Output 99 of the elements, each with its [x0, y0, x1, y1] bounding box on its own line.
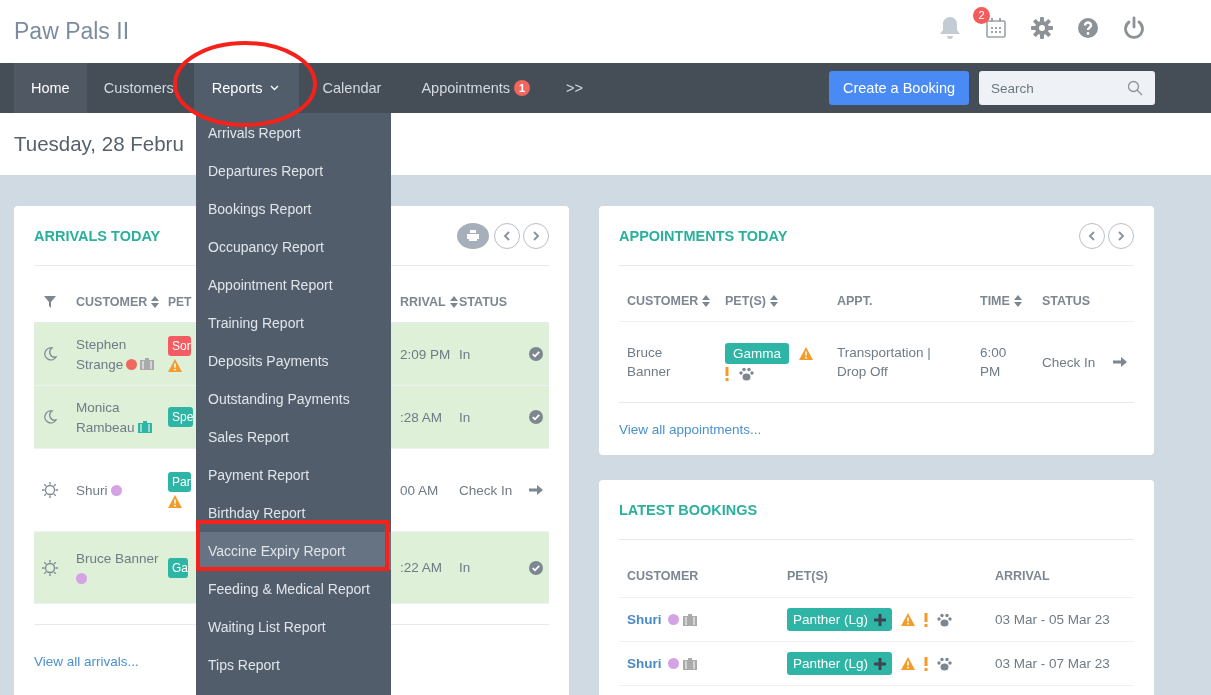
- sort-icon[interactable]: [702, 295, 711, 307]
- menu-item[interactable]: Outstanding Payments: [196, 380, 391, 418]
- notification-badge: 2: [973, 6, 990, 24]
- paw-icon: [937, 612, 953, 627]
- menu-item[interactable]: Tips Report: [196, 646, 391, 684]
- menu-item[interactable]: Payment Report: [196, 456, 391, 494]
- warning-icon: [901, 613, 916, 626]
- menu-item[interactable]: Training Report: [196, 304, 391, 342]
- column-header: CUSTOMER: [627, 294, 699, 308]
- arrow-right-icon[interactable]: [529, 484, 543, 496]
- menu-item[interactable]: Birthday Report: [196, 494, 391, 532]
- nav-tab[interactable]: Customers: [86, 63, 194, 113]
- printer-icon: [467, 230, 479, 241]
- pet-tag[interactable]: Sor: [168, 336, 191, 356]
- column-header: TIME: [980, 294, 1010, 308]
- view-all-link[interactable]: View all arrivals...: [34, 654, 139, 669]
- exclamation-icon: [924, 656, 929, 671]
- column-header: CUSTOMER: [627, 569, 699, 583]
- card-title: ARRIVALS TODAY: [34, 227, 161, 244]
- status-text: In: [459, 346, 472, 362]
- warning-icon: [799, 347, 813, 360]
- next-button[interactable]: [523, 222, 549, 249]
- column-header: STATUS: [1042, 294, 1091, 308]
- column-header: PET(S): [787, 569, 828, 583]
- column-header: CUSTOMER: [76, 295, 148, 309]
- menu-item[interactable]: Departures Report: [196, 152, 391, 190]
- nav-tab[interactable]: Home: [14, 63, 87, 113]
- column-header: PET: [168, 295, 192, 309]
- menu-item[interactable]: Occupancy Report: [196, 228, 391, 266]
- paw-icon: [739, 367, 754, 381]
- filter-icon[interactable]: [44, 296, 56, 308]
- card-title: LATEST BOOKINGS: [619, 501, 758, 518]
- plus-icon[interactable]: [874, 657, 887, 670]
- menu-item[interactable]: Bookings Report: [196, 190, 391, 228]
- calendar-icon[interactable]: [985, 16, 1007, 39]
- arrival-time: 2:09 PM: [400, 346, 452, 362]
- status-text: In: [459, 560, 472, 575]
- warning-icon: [901, 657, 916, 670]
- arrival-time: 00 AM: [400, 482, 440, 498]
- arrow-right-icon[interactable]: [1113, 356, 1128, 368]
- status-text: Check In: [459, 482, 514, 498]
- menu-item[interactable]: Feeding & Medical Report: [196, 570, 391, 608]
- sort-icon[interactable]: [770, 295, 778, 307]
- card-title: APPOINTMENTS TODAY: [619, 227, 788, 244]
- paw-icon: [937, 656, 953, 671]
- customer-name: Bruce Banner: [627, 344, 672, 381]
- customer-name: Bruce Banner: [76, 550, 159, 566]
- column-header: PET(S): [725, 294, 766, 308]
- customer-link[interactable]: Shuri: [627, 610, 662, 629]
- column-header: APPT.: [837, 292, 873, 310]
- view-all-link[interactable]: View all appointments...: [619, 421, 762, 437]
- power-icon[interactable]: [1123, 15, 1145, 40]
- menu-item[interactable]: Deposits Payments: [196, 342, 391, 380]
- status-text: In: [459, 409, 472, 425]
- nav-tab[interactable]: >>: [550, 63, 602, 113]
- nav-tab[interactable]: Calendar: [298, 63, 402, 113]
- sort-icon[interactable]: [151, 296, 160, 308]
- column-header: STATUS: [459, 295, 508, 309]
- exclamation-icon: [725, 367, 729, 381]
- sort-icon[interactable]: [449, 296, 458, 308]
- app-title: Paw Pals II: [14, 18, 130, 45]
- menu-item[interactable]: Appointment Report: [196, 266, 391, 304]
- customer-name: Stephen Strange: [76, 337, 127, 372]
- menu-item[interactable]: Sales Report: [196, 418, 391, 456]
- appointment-time: 6:00 PM: [980, 344, 1008, 381]
- arrival-dates: 03 Mar - 05 Mar 23: [994, 612, 1111, 627]
- caret-icon: [269, 85, 279, 91]
- appointment-type: Transportation | Drop Off: [836, 344, 932, 381]
- exclamation-icon: [924, 612, 929, 627]
- chevron-left-icon: [1088, 230, 1096, 241]
- arrival-time: :22 AM: [400, 560, 444, 575]
- previous-button[interactable]: [1079, 222, 1105, 249]
- arrival-time: :28 AM: [400, 409, 444, 425]
- previous-button[interactable]: [494, 222, 520, 249]
- chevron-right-icon: [532, 230, 540, 241]
- create-booking-button[interactable]: Create a Booking: [829, 71, 970, 105]
- settings-icon[interactable]: [1031, 16, 1053, 39]
- customer-name: Monica Rambeau: [76, 400, 135, 435]
- search-field[interactable]: Search: [979, 71, 1156, 105]
- column-header: RRIVAL: [400, 295, 446, 309]
- print-button[interactable]: [457, 222, 489, 249]
- next-button[interactable]: [1108, 222, 1134, 249]
- nav-tab[interactable]: Reports: [193, 63, 299, 113]
- sort-icon[interactable]: [1013, 295, 1022, 307]
- nav-tab[interactable]: Appointments 1: [401, 63, 551, 113]
- customer-link[interactable]: Shuri: [627, 654, 662, 673]
- plus-icon[interactable]: [874, 613, 887, 626]
- date-heading: Tuesday, 28 Febru: [14, 132, 184, 156]
- chevron-right-icon: [1117, 230, 1125, 241]
- chevron-left-icon: [503, 230, 511, 241]
- menu-item[interactable]: Arrivals Report: [196, 114, 391, 152]
- status-text: Check In: [1042, 354, 1096, 370]
- count-badge: 1: [514, 80, 531, 96]
- help-icon[interactable]: [1077, 16, 1099, 39]
- column-header: ARRIVAL: [995, 569, 1050, 583]
- arrival-dates: 03 Mar - 07 Mar 23: [994, 656, 1111, 671]
- search-icon: [1127, 80, 1144, 96]
- menu-item[interactable]: Waiting List Report: [196, 608, 391, 646]
- customer-name: Shuri: [76, 482, 108, 498]
